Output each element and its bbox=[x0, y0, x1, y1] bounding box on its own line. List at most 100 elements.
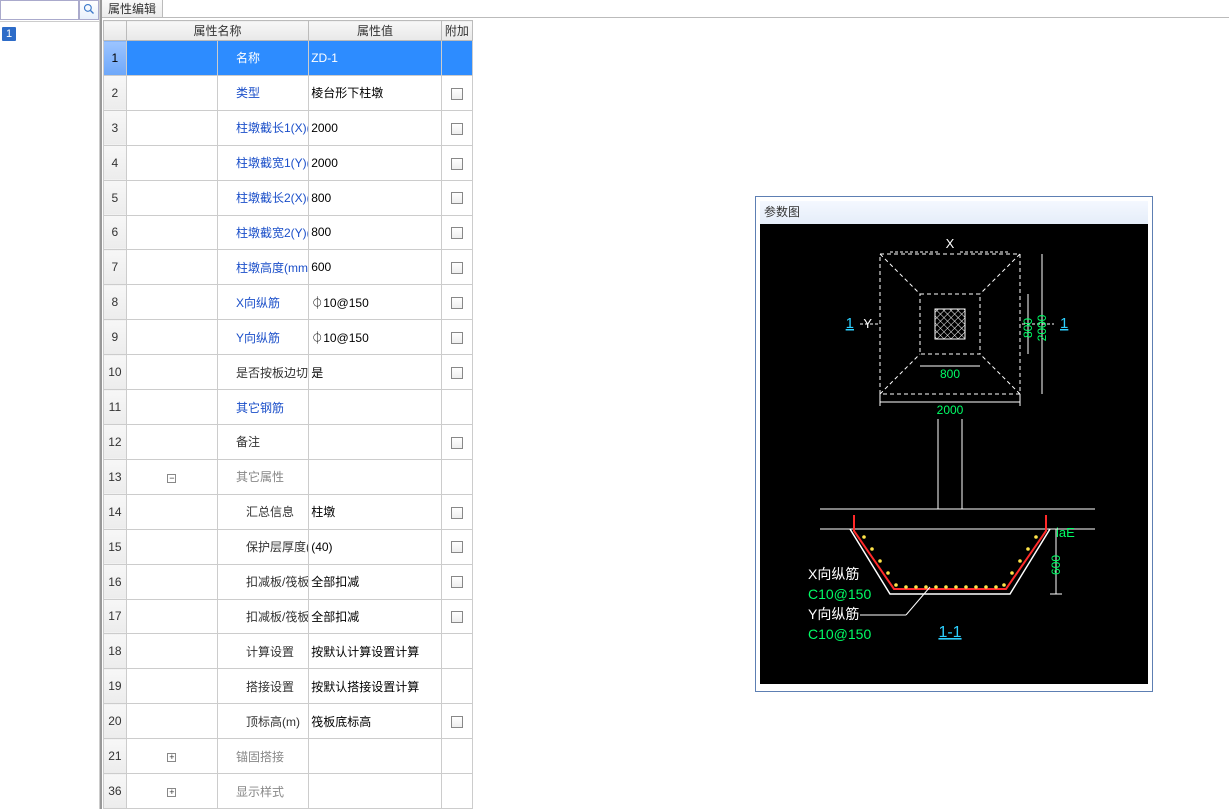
property-value-cell[interactable]: ⏀10@150 bbox=[309, 285, 442, 320]
property-name-cell[interactable]: 柱墩截长1(X)(mm) bbox=[218, 110, 309, 145]
table-row[interactable]: 10是否按板边切割是 bbox=[104, 355, 473, 390]
property-name-cell[interactable]: 柱墩截宽2(Y)(mm) bbox=[218, 215, 309, 250]
table-row[interactable]: 1名称ZD-1 bbox=[104, 41, 473, 76]
property-name-cell[interactable]: 锚固搭接 bbox=[218, 739, 309, 774]
extra-checkbox[interactable] bbox=[451, 158, 463, 170]
property-value-cell[interactable]: 600 bbox=[309, 250, 442, 285]
property-name-cell[interactable]: 柱墩截长2(X)(mm) bbox=[218, 180, 309, 215]
table-row[interactable]: 9Y向纵筋⏀10@150 bbox=[104, 320, 473, 355]
tree-toggle[interactable]: + bbox=[126, 739, 217, 774]
expand-icon[interactable]: + bbox=[167, 788, 176, 797]
table-row[interactable]: 19搭接设置按默认搭接设置计算 bbox=[104, 669, 473, 704]
property-name-cell[interactable]: 柱墩高度(mm) bbox=[218, 250, 309, 285]
extra-checkbox[interactable] bbox=[451, 88, 463, 100]
property-value-cell[interactable]: 按默认搭接设置计算 bbox=[309, 669, 442, 704]
table-row[interactable]: 4柱墩截宽1(Y)(mm)2000 bbox=[104, 145, 473, 180]
property-value-cell[interactable]: ZD-1 bbox=[309, 41, 442, 76]
property-value-cell[interactable]: 800 bbox=[309, 215, 442, 250]
property-value-cell[interactable] bbox=[309, 424, 442, 459]
extra-cell[interactable] bbox=[441, 424, 472, 459]
expand-icon[interactable]: + bbox=[167, 753, 176, 762]
property-value-cell[interactable]: (40) bbox=[309, 529, 442, 564]
property-name-cell[interactable]: X向纵筋 bbox=[218, 285, 309, 320]
table-row[interactable]: 21+锚固搭接 bbox=[104, 739, 473, 774]
extra-checkbox[interactable] bbox=[451, 367, 463, 379]
property-value-cell[interactable] bbox=[309, 390, 442, 425]
table-row[interactable]: 2类型棱台形下柱墩 bbox=[104, 75, 473, 110]
extra-checkbox[interactable] bbox=[451, 437, 463, 449]
extra-checkbox[interactable] bbox=[451, 192, 463, 204]
extra-cell[interactable] bbox=[441, 180, 472, 215]
extra-checkbox[interactable] bbox=[451, 611, 463, 623]
property-value-cell[interactable]: ⏀10@150 bbox=[309, 320, 442, 355]
extra-checkbox[interactable] bbox=[451, 541, 463, 553]
property-value-cell[interactable]: 柱墩 bbox=[309, 494, 442, 529]
extra-cell[interactable] bbox=[441, 564, 472, 599]
property-name-cell[interactable]: 扣减板/筏板底筋 bbox=[218, 599, 309, 634]
extra-cell[interactable] bbox=[441, 355, 472, 390]
extra-cell[interactable] bbox=[441, 285, 472, 320]
property-value-cell[interactable]: 2000 bbox=[309, 145, 442, 180]
table-row[interactable]: 11其它钢筋 bbox=[104, 390, 473, 425]
property-value-cell[interactable] bbox=[309, 774, 442, 809]
property-name-cell[interactable]: 计算设置 bbox=[218, 634, 309, 669]
property-value-cell[interactable] bbox=[309, 459, 442, 494]
property-name-cell[interactable]: 汇总信息 bbox=[218, 494, 309, 529]
extra-cell[interactable] bbox=[441, 599, 472, 634]
table-row[interactable]: 18计算设置按默认计算设置计算 bbox=[104, 634, 473, 669]
extra-cell[interactable] bbox=[441, 215, 472, 250]
table-row[interactable]: 3柱墩截长1(X)(mm)2000 bbox=[104, 110, 473, 145]
property-value-cell[interactable]: 2000 bbox=[309, 110, 442, 145]
tree-toggle[interactable]: + bbox=[126, 774, 217, 809]
property-value-cell[interactable]: 棱台形下柱墩 bbox=[309, 75, 442, 110]
table-row[interactable]: 14汇总信息柱墩 bbox=[104, 494, 473, 529]
property-value-cell[interactable]: 按默认计算设置计算 bbox=[309, 634, 442, 669]
property-edit-input[interactable] bbox=[163, 0, 1229, 17]
property-name-cell[interactable]: 名称 bbox=[218, 41, 309, 76]
property-value-cell[interactable]: 全部扣减 bbox=[309, 564, 442, 599]
extra-cell[interactable] bbox=[441, 145, 472, 180]
extra-cell[interactable] bbox=[441, 704, 472, 739]
table-row[interactable]: 7柱墩高度(mm)600 bbox=[104, 250, 473, 285]
search-button[interactable] bbox=[79, 0, 99, 20]
extra-cell[interactable] bbox=[441, 250, 472, 285]
property-value-cell[interactable]: 全部扣减 bbox=[309, 599, 442, 634]
extra-checkbox[interactable] bbox=[451, 332, 463, 344]
property-name-cell[interactable]: 顶标高(m) bbox=[218, 704, 309, 739]
property-name-cell[interactable]: 备注 bbox=[218, 424, 309, 459]
extra-checkbox[interactable] bbox=[451, 297, 463, 309]
table-row[interactable]: 20顶标高(m)筏板底标高 bbox=[104, 704, 473, 739]
property-name-cell[interactable]: 是否按板边切割 bbox=[218, 355, 309, 390]
collapse-icon[interactable]: − bbox=[167, 474, 176, 483]
property-name-cell[interactable]: 保护层厚度(mm) bbox=[218, 529, 309, 564]
table-row[interactable]: 17扣减板/筏板底筋全部扣减 bbox=[104, 599, 473, 634]
table-row[interactable]: 15保护层厚度(mm)(40) bbox=[104, 529, 473, 564]
property-name-cell[interactable]: 搭接设置 bbox=[218, 669, 309, 704]
property-value-cell[interactable] bbox=[309, 739, 442, 774]
table-row[interactable]: 16扣减板/筏板面筋全部扣减 bbox=[104, 564, 473, 599]
property-value-cell[interactable]: 800 bbox=[309, 180, 442, 215]
property-name-cell[interactable]: 显示样式 bbox=[218, 774, 309, 809]
property-value-cell[interactable]: 是 bbox=[309, 355, 442, 390]
extra-checkbox[interactable] bbox=[451, 227, 463, 239]
extra-cell[interactable] bbox=[441, 529, 472, 564]
property-name-cell[interactable]: 类型 bbox=[218, 75, 309, 110]
extra-checkbox[interactable] bbox=[451, 716, 463, 728]
property-name-cell[interactable]: 扣减板/筏板面筋 bbox=[218, 564, 309, 599]
property-name-cell[interactable]: Y向纵筋 bbox=[218, 320, 309, 355]
extra-checkbox[interactable] bbox=[451, 262, 463, 274]
table-row[interactable]: 12备注 bbox=[104, 424, 473, 459]
tree-toggle[interactable]: − bbox=[126, 459, 217, 494]
sidebar-item-1[interactable]: 1 bbox=[2, 27, 16, 41]
table-row[interactable]: 36+显示样式 bbox=[104, 774, 473, 809]
table-row[interactable]: 5柱墩截长2(X)(mm)800 bbox=[104, 180, 473, 215]
extra-cell[interactable] bbox=[441, 320, 472, 355]
extra-cell[interactable] bbox=[441, 110, 472, 145]
table-row[interactable]: 6柱墩截宽2(Y)(mm)800 bbox=[104, 215, 473, 250]
extra-checkbox[interactable] bbox=[451, 123, 463, 135]
extra-cell[interactable] bbox=[441, 494, 472, 529]
property-name-cell[interactable]: 其它钢筋 bbox=[218, 390, 309, 425]
property-name-cell[interactable]: 柱墩截宽1(Y)(mm) bbox=[218, 145, 309, 180]
search-input[interactable] bbox=[0, 0, 79, 20]
extra-checkbox[interactable] bbox=[451, 507, 463, 519]
